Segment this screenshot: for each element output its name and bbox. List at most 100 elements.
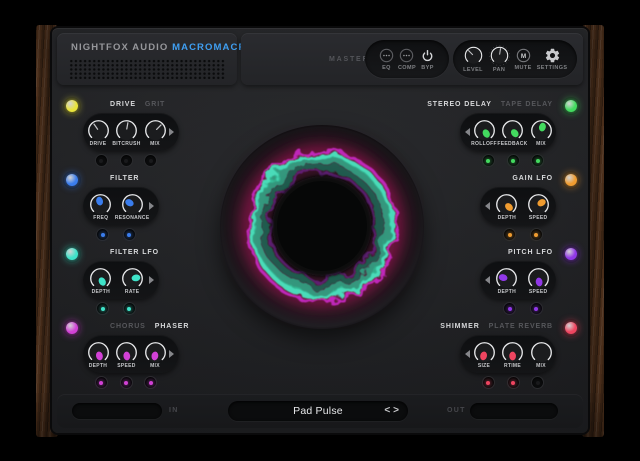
slot-button[interactable] xyxy=(530,228,543,241)
master-toggle-group: EQ COMP BYP xyxy=(365,40,449,78)
tab-filter-lfo[interactable]: FILTER LFO xyxy=(110,249,159,256)
knob-speed[interactable]: SPEED xyxy=(525,192,552,221)
slot-button[interactable] xyxy=(95,154,108,167)
knob-dial xyxy=(463,45,484,66)
tab-filter[interactable]: FILTER xyxy=(110,175,139,182)
slot-button[interactable] xyxy=(95,376,108,389)
knob-depth[interactable]: DEPTH xyxy=(87,266,114,295)
knob-mix[interactable]: MIX xyxy=(142,118,169,147)
knob-depth[interactable]: DEPTH xyxy=(85,340,112,369)
slot-button[interactable] xyxy=(507,154,520,167)
knob-label: FEEDBACK xyxy=(497,141,527,147)
slot-button[interactable] xyxy=(144,154,157,167)
expand-arrow-icon[interactable] xyxy=(169,128,174,136)
in-label: IN xyxy=(169,407,179,414)
comp-button[interactable]: COMP xyxy=(398,47,416,71)
tab-tape-delay[interactable]: TAPE DELAY xyxy=(501,101,553,108)
module-led xyxy=(66,100,78,112)
preset-next-button[interactable]: > xyxy=(393,404,399,417)
slot-button[interactable] xyxy=(482,376,495,389)
expand-arrow-icon[interactable] xyxy=(149,276,154,284)
svg-text:M: M xyxy=(520,53,525,60)
slot-button[interactable] xyxy=(96,302,109,315)
tab-stereo-delay[interactable]: STEREO DELAY xyxy=(427,101,492,108)
knob-feedback[interactable]: FEEDBACK xyxy=(499,118,526,147)
knob-size[interactable]: SIZE xyxy=(471,340,498,369)
knob-bitcrush[interactable]: BITCRUSH xyxy=(113,118,140,147)
expand-arrow-icon[interactable] xyxy=(149,202,154,210)
knob-label: MIX xyxy=(536,141,546,147)
out-label: OUT xyxy=(447,407,466,414)
knob-rate[interactable]: RATE xyxy=(119,266,146,295)
knob-panel: DEPTH SPEED xyxy=(480,261,556,299)
tab-gain-lfo[interactable]: GAIN LFO xyxy=(512,175,553,182)
tab-phaser[interactable]: PHASER xyxy=(155,323,190,330)
module-tabs: PITCH LFO xyxy=(508,249,553,256)
settings-button[interactable]: SETTINGS xyxy=(537,47,568,71)
tab-plate-reverb[interactable]: PLATE REVERB xyxy=(489,323,553,330)
slot-button[interactable] xyxy=(482,154,495,167)
slot-button[interactable] xyxy=(503,302,516,315)
knob-label: MIX xyxy=(150,141,160,147)
pan-knob[interactable]: PAN xyxy=(489,45,510,73)
slot-buttons xyxy=(83,154,179,167)
slot-button[interactable] xyxy=(531,154,544,167)
knob-drive[interactable]: DRIVE xyxy=(85,118,112,147)
slot-button[interactable] xyxy=(96,228,109,241)
knob-speed[interactable]: SPEED xyxy=(525,266,552,295)
knob-speed[interactable]: SPEED xyxy=(113,340,140,369)
level-label: LEVEL xyxy=(463,67,483,73)
expand-arrow-icon[interactable] xyxy=(485,202,490,210)
knob-label: SPEED xyxy=(529,215,547,221)
expand-arrow-icon[interactable] xyxy=(465,128,470,136)
level-knob[interactable]: LEVEL xyxy=(463,45,484,73)
module-led xyxy=(565,322,577,334)
expand-arrow-icon[interactable] xyxy=(169,350,174,358)
knob-resonance[interactable]: RESONANCE xyxy=(119,192,146,221)
slot-button[interactable] xyxy=(123,228,136,241)
knob-mix[interactable]: MIX xyxy=(528,118,555,147)
brand-title: NIGHTFOX AUDIO MACROMACRO xyxy=(71,42,255,53)
mute-button[interactable]: M MUTE xyxy=(515,47,532,71)
knob-label: RATE xyxy=(125,289,139,295)
knob-mix[interactable]: MIX xyxy=(142,340,169,369)
tab-chorus[interactable]: CHORUS xyxy=(110,323,146,330)
preset-name: Pad Pulse xyxy=(293,405,343,417)
slot-button[interactable] xyxy=(123,302,136,315)
knob-dial xyxy=(489,45,510,66)
tab-shimmer[interactable]: SHIMMER xyxy=(440,323,479,330)
expand-arrow-icon[interactable] xyxy=(465,350,470,358)
tab-grit[interactable]: GRIT xyxy=(145,101,165,108)
knob-rtime[interactable]: RTIME xyxy=(499,340,526,369)
slot-button[interactable] xyxy=(503,228,516,241)
slot-button[interactable] xyxy=(531,376,544,389)
footer-bar: IN Pad Pulse < > OUT xyxy=(57,394,583,428)
slot-buttons xyxy=(83,228,159,241)
knob-label: RESONANCE xyxy=(115,215,150,221)
preset-selector[interactable]: Pad Pulse < > xyxy=(228,401,408,421)
knob-freq[interactable]: FREQ xyxy=(87,192,114,221)
slot-button[interactable] xyxy=(144,376,157,389)
knob-rolloff[interactable]: ROLLOFF xyxy=(471,118,498,147)
expand-arrow-icon[interactable] xyxy=(485,276,490,284)
bypass-button[interactable]: BYP xyxy=(419,47,436,71)
tab-pitch-lfo[interactable]: PITCH LFO xyxy=(508,249,553,256)
slot-button[interactable] xyxy=(507,376,520,389)
eq-button[interactable]: EQ xyxy=(378,47,395,71)
slot-button[interactable] xyxy=(120,376,133,389)
header-master-panel: MASTER EQ COMP xyxy=(241,33,583,85)
slot-buttons xyxy=(460,154,556,167)
preset-prev-button[interactable]: < xyxy=(384,404,390,417)
knob-depth[interactable]: DEPTH xyxy=(493,192,520,221)
slot-button[interactable] xyxy=(120,154,133,167)
master-control-group: LEVEL PAN M MUTE xyxy=(453,40,577,78)
tab-drive[interactable]: DRIVE xyxy=(110,101,136,108)
slot-buttons xyxy=(480,302,556,315)
settings-label: SETTINGS xyxy=(537,65,568,71)
knob-label: DEPTH xyxy=(92,289,110,295)
knob-depth[interactable]: DEPTH xyxy=(493,266,520,295)
slot-button[interactable] xyxy=(530,302,543,315)
knob-panel: DEPTH RATE xyxy=(83,261,159,299)
knob-mix[interactable]: MIX xyxy=(528,340,555,369)
module-tabs: STEREO DELAY TAPE DELAY xyxy=(427,101,553,108)
